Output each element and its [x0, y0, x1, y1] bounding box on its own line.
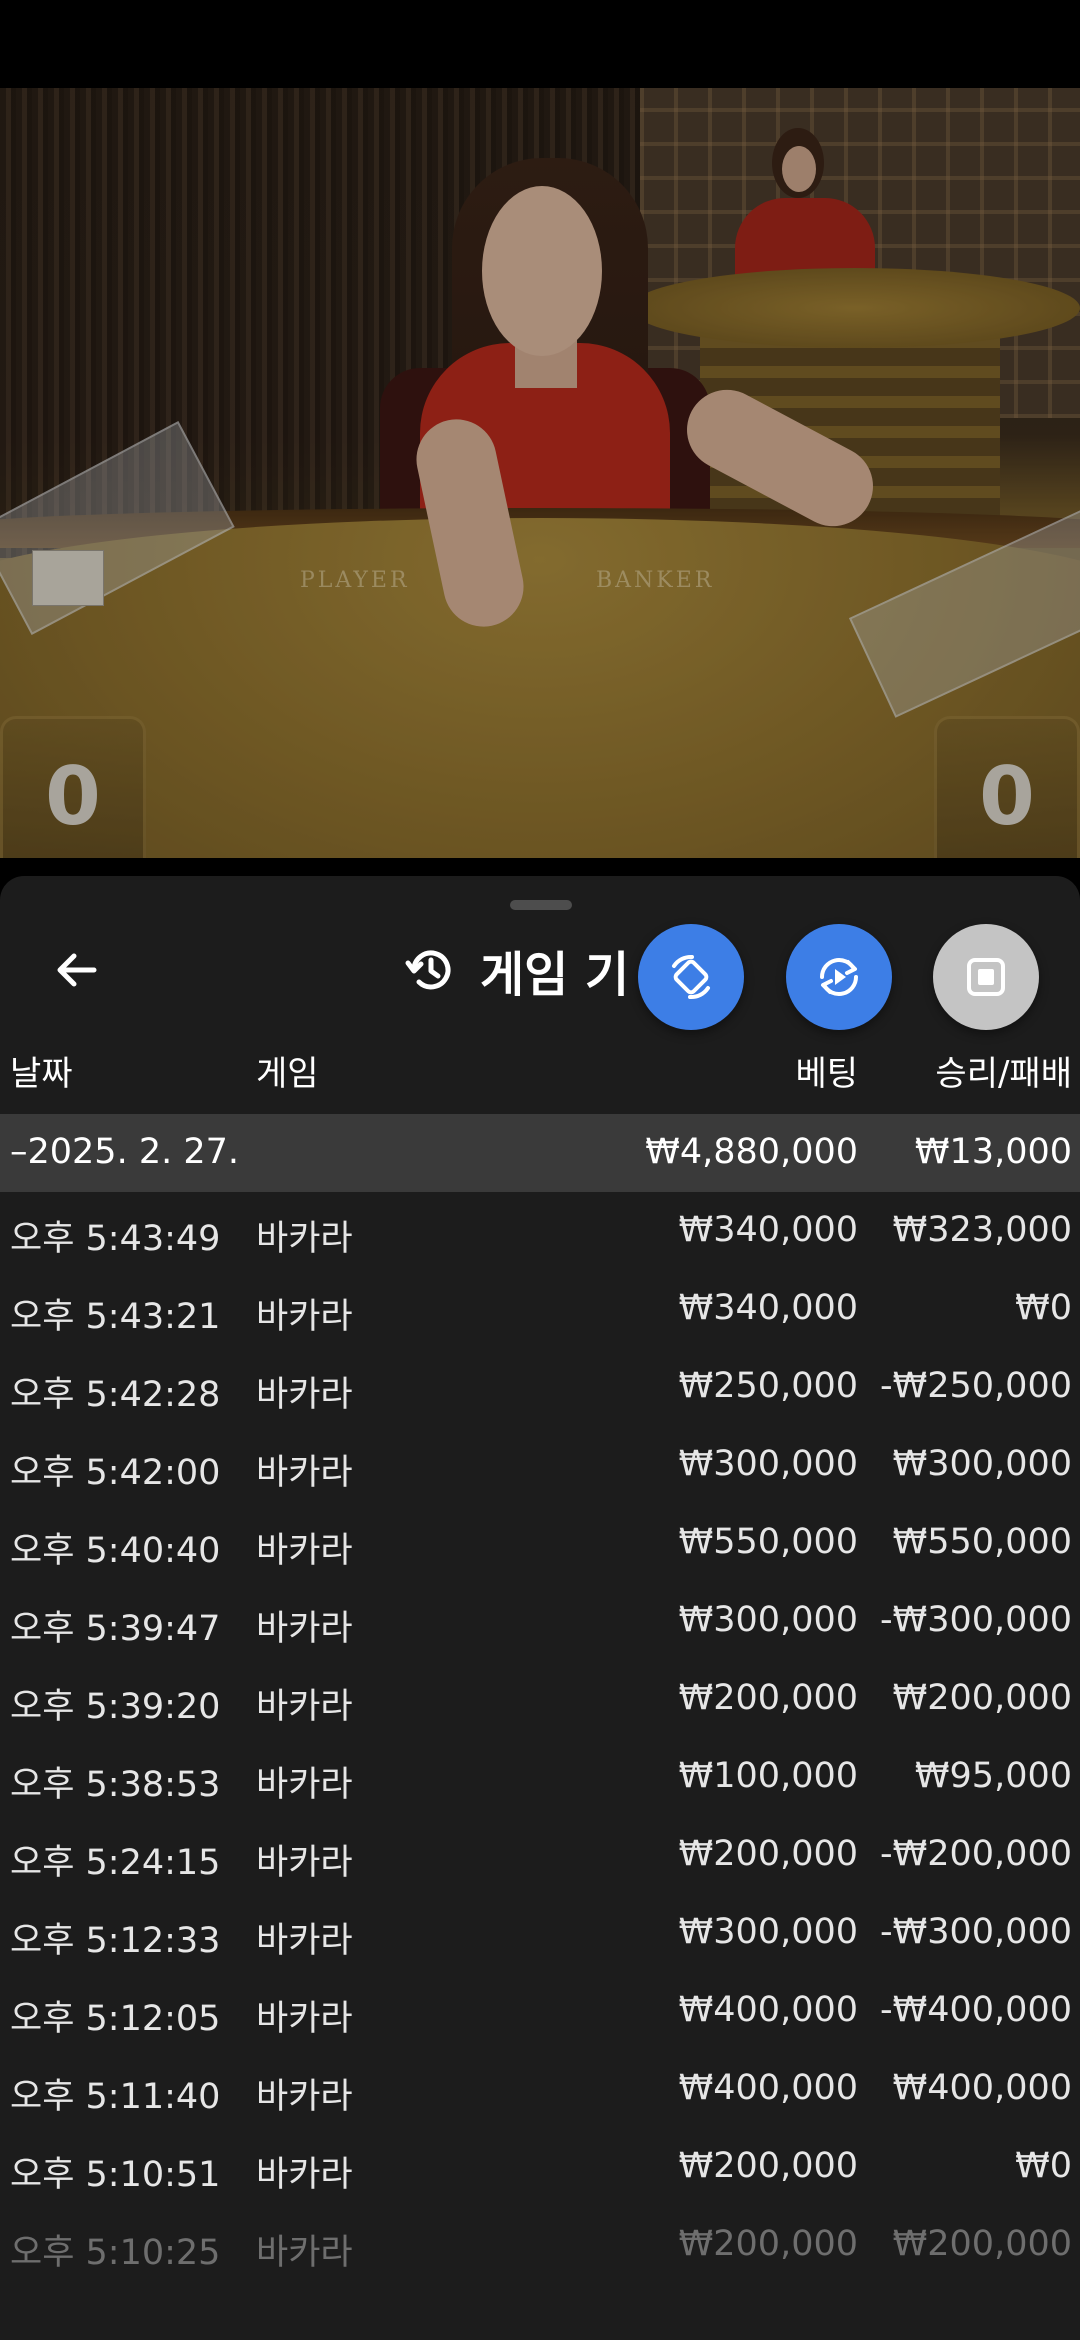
- history-row[interactable]: 오후 5:39:20 바카라 ₩200,000 ₩200,000: [0, 1660, 1080, 1738]
- group-date: –2025. 2. 27.: [10, 1132, 240, 1172]
- rotate-screen-button[interactable]: [638, 924, 744, 1030]
- row-game: 바카라: [256, 1921, 353, 1961]
- sheet-drag-handle[interactable]: [510, 900, 572, 910]
- row-bet: ₩400,000: [678, 2068, 858, 2108]
- row-win-loss: -₩200,000: [880, 1834, 1072, 1874]
- row-time: 오후 5:12:05: [10, 1999, 221, 2039]
- rotate-screen-icon: [672, 954, 710, 1000]
- row-game: 바카라: [256, 1765, 353, 1805]
- history-row[interactable]: 오후 5:43:21 바카라 ₩340,000 ₩0: [0, 1270, 1080, 1348]
- row-time: 오후 5:40:40: [10, 1531, 221, 1571]
- row-game: 바카라: [256, 1375, 353, 1415]
- history-row[interactable]: 오후 5:24:15 바카라 ₩200,000 -₩200,000: [0, 1816, 1080, 1894]
- row-bet: ₩200,000: [678, 1834, 858, 1874]
- back-arrow-icon: [57, 953, 97, 987]
- row-game: 바카라: [256, 1687, 353, 1727]
- row-time: 오후 5:10:51: [10, 2155, 221, 2195]
- stop-button[interactable]: [933, 924, 1039, 1030]
- row-win-loss: ₩0: [1015, 2146, 1072, 2186]
- row-bet: ₩340,000: [678, 1210, 858, 1250]
- row-bet: ₩300,000: [678, 1444, 858, 1484]
- row-win-loss: -₩300,000: [880, 1600, 1072, 1640]
- column-header-date[interactable]: 날짜: [10, 1046, 73, 1095]
- row-bet: ₩340,000: [678, 1288, 858, 1328]
- row-win-loss: ₩323,000: [892, 1210, 1072, 1250]
- row-win-loss: -₩300,000: [880, 1912, 1072, 1952]
- column-header-game[interactable]: 게임: [256, 1046, 319, 1095]
- group-total-win-loss: ₩13,000: [914, 1132, 1072, 1172]
- game-history-sheet: 게임 기 날짜 게임 베팅 승리/패배 –2025. 2. 27. ₩4,880…: [0, 876, 1080, 2340]
- row-bet: ₩300,000: [678, 1600, 858, 1640]
- history-icon: [405, 950, 451, 990]
- history-row[interactable]: 오후 5:10:25 바카라 ₩200,000 ₩200,000: [0, 2206, 1080, 2284]
- row-win-loss: ₩200,000: [892, 2224, 1072, 2264]
- stop-icon: [967, 958, 1005, 996]
- row-game: 바카라: [256, 2233, 353, 2273]
- row-win-loss: ₩0: [1015, 1288, 1072, 1328]
- row-bet: ₩300,000: [678, 1912, 858, 1952]
- row-game: 바카라: [256, 1999, 353, 2039]
- page-title: 게임 기: [480, 947, 630, 1003]
- row-bet: ₩250,000: [678, 1366, 858, 1406]
- row-win-loss: ₩400,000: [892, 2068, 1072, 2108]
- row-time: 오후 5:42:28: [10, 1375, 221, 1415]
- history-row[interactable]: 오후 5:39:47 바카라 ₩300,000 -₩300,000: [0, 1582, 1080, 1660]
- row-time: 오후 5:43:21: [10, 1297, 221, 1337]
- row-time: 오후 5:38:53: [10, 1765, 221, 1805]
- row-time: 오후 5:39:47: [10, 1609, 221, 1649]
- row-win-loss: ₩550,000: [892, 1522, 1072, 1562]
- row-game: 바카라: [256, 2077, 353, 2117]
- sheet-header: 게임 기: [404, 930, 629, 1010]
- history-row[interactable]: 오후 5:10:51 바카라 ₩200,000 ₩0: [0, 2128, 1080, 2206]
- row-game: 바카라: [256, 1297, 353, 1337]
- row-win-loss: ₩300,000: [892, 1444, 1072, 1484]
- history-row[interactable]: 오후 5:42:28 바카라 ₩250,000 -₩250,000: [0, 1348, 1080, 1426]
- live-video: PLAYER BANKER 0 0: [0, 88, 1080, 858]
- row-bet: ₩200,000: [678, 1678, 858, 1718]
- row-bet: ₩550,000: [678, 1522, 858, 1562]
- row-time: 오후 5:42:00: [10, 1453, 221, 1493]
- date-group-row[interactable]: –2025. 2. 27. ₩4,880,000 ₩13,000: [0, 1114, 1080, 1192]
- group-total-bet: ₩4,880,000: [645, 1132, 858, 1172]
- row-time: 오후 5:11:40: [10, 2077, 221, 2117]
- history-row[interactable]: 오후 5:12:33 바카라 ₩300,000 -₩300,000: [0, 1894, 1080, 1972]
- history-row[interactable]: 오후 5:12:05 바카라 ₩400,000 -₩400,000: [0, 1972, 1080, 2050]
- status-bar: [0, 0, 1080, 88]
- row-time: 오후 5:24:15: [10, 1843, 221, 1883]
- row-game: 바카라: [256, 1609, 353, 1649]
- history-row[interactable]: 오후 5:38:53 바카라 ₩100,000 ₩95,000: [0, 1738, 1080, 1816]
- row-time: 오후 5:43:49: [10, 1219, 221, 1259]
- row-win-loss: ₩200,000: [892, 1678, 1072, 1718]
- history-row[interactable]: 오후 5:40:40 바카라 ₩550,000 ₩550,000: [0, 1504, 1080, 1582]
- row-bet: ₩200,000: [678, 2146, 858, 2186]
- row-time: 오후 5:12:33: [10, 1921, 221, 1961]
- row-time: 오후 5:10:25: [10, 2233, 221, 2273]
- row-win-loss: -₩400,000: [880, 1990, 1072, 2030]
- row-bet: ₩400,000: [678, 1990, 858, 2030]
- replay-icon: [820, 958, 858, 996]
- replay-button[interactable]: [786, 924, 892, 1030]
- video-dim-overlay: [0, 88, 1080, 858]
- history-list: 오후 5:43:49 바카라 ₩340,000 ₩323,000 오후 5:43:21 바…: [0, 1192, 1080, 2284]
- row-time: 오후 5:39:20: [10, 1687, 221, 1727]
- row-bet: ₩200,000: [678, 2224, 858, 2264]
- history-row[interactable]: 오후 5:43:49 바카라 ₩340,000 ₩323,000: [0, 1192, 1080, 1270]
- row-win-loss: ₩95,000: [914, 1756, 1072, 1796]
- row-win-loss: -₩250,000: [880, 1366, 1072, 1406]
- history-row[interactable]: 오후 5:42:00 바카라 ₩300,000 ₩300,000: [0, 1426, 1080, 1504]
- row-game: 바카라: [256, 1531, 353, 1571]
- row-game: 바카라: [256, 2155, 353, 2195]
- row-game: 바카라: [256, 1219, 353, 1259]
- row-game: 바카라: [256, 1453, 353, 1493]
- column-header-win-loss[interactable]: 승리/패배: [935, 1046, 1072, 1095]
- row-bet: ₩100,000: [678, 1756, 858, 1796]
- row-game: 바카라: [256, 1843, 353, 1883]
- history-row[interactable]: 오후 5:11:40 바카라 ₩400,000 ₩400,000: [0, 2050, 1080, 2128]
- column-header-bet[interactable]: 베팅: [795, 1046, 858, 1095]
- back-button[interactable]: [44, 938, 108, 1002]
